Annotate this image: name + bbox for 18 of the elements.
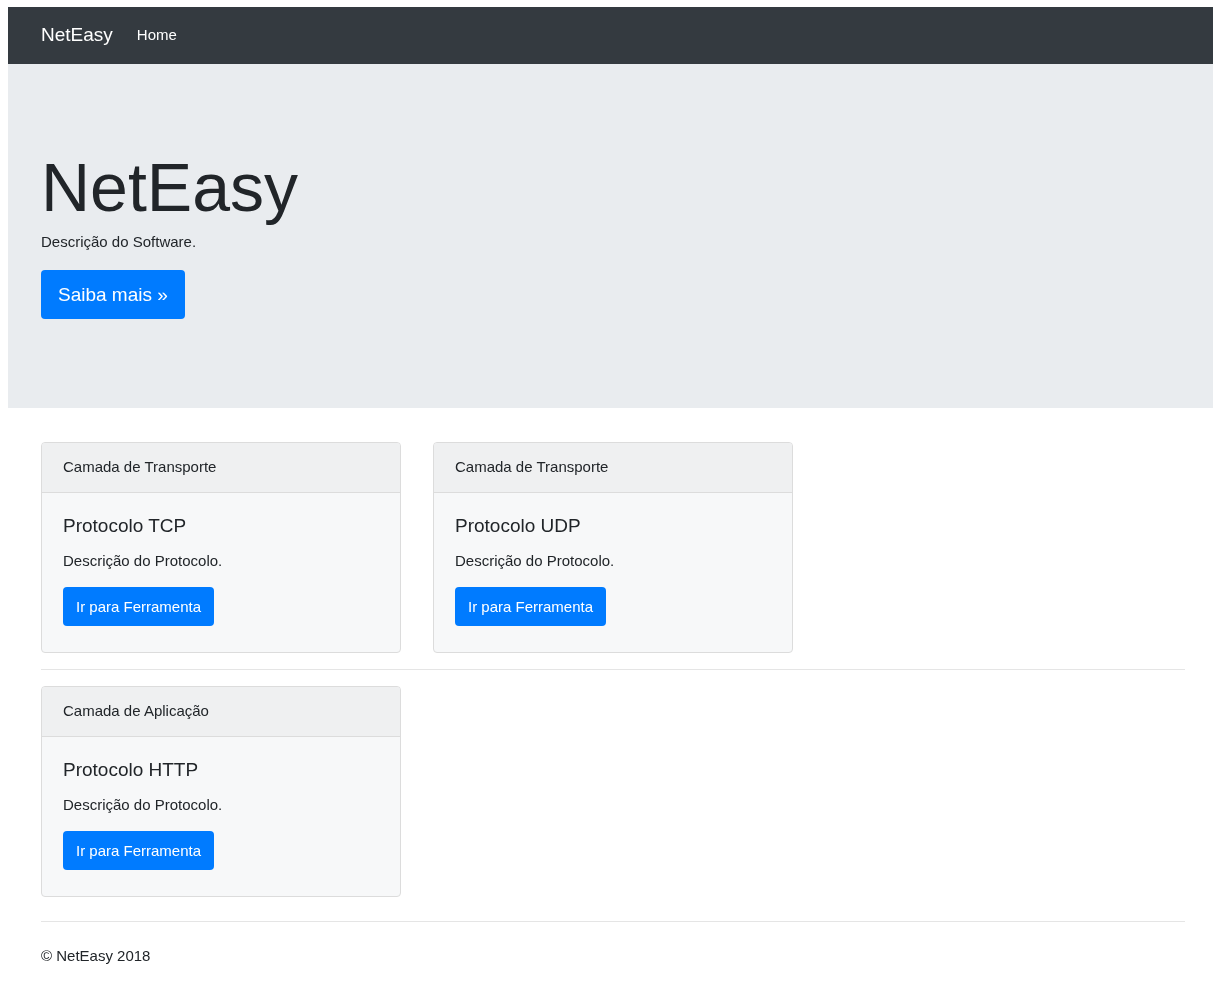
learn-more-button[interactable]: Saiba mais » [41,270,185,320]
card-title: Protocolo HTTP [63,759,200,782]
card-title: Protocolo UDP [455,515,582,538]
tool-button[interactable]: Ir para Ferramenta [63,587,215,627]
tool-button[interactable]: Ir para Ferramenta [63,831,215,871]
card-header: Camada de Transporte [434,443,792,493]
tool-button[interactable]: Ir para Ferramenta [455,587,607,627]
card-header: Camada de Transporte [42,443,400,493]
card-text: Descrição do Protocolo. [63,794,224,815]
nav-link[interactable]: Home [136,24,177,47]
card-title: Protocolo TCP [63,515,188,538]
hero-title: NetEasy [41,150,299,225]
card-text: Descrição do Protocolo. [63,550,224,571]
card-header: Camada de Aplicação [42,687,400,737]
hero-description: Descrição do Software. [41,231,198,252]
card-text: Descrição do Protocolo. [455,550,616,571]
brand-link[interactable]: NetEasy [41,21,113,50]
footer-text: © NetEasy 2018 [41,946,152,966]
